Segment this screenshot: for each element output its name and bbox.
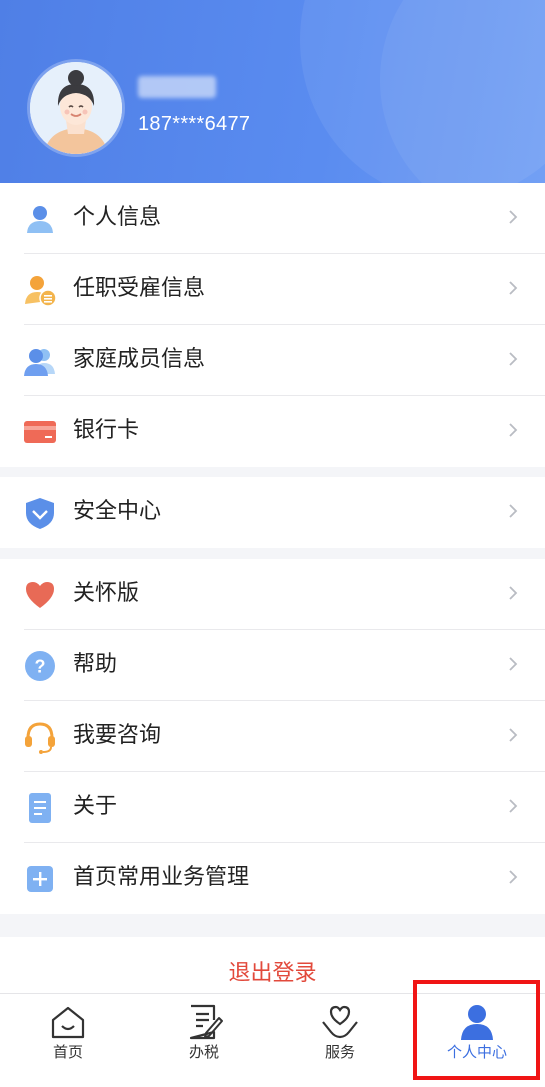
menu-item-label: 帮助: [73, 652, 118, 677]
menu-item-label: 关怀版: [73, 581, 140, 606]
bank-card-icon: [24, 421, 56, 443]
menu-item-employment-info[interactable]: 任职受雇信息: [0, 254, 545, 325]
menu-item-care-mode[interactable]: 关怀版: [0, 559, 545, 630]
family-icon: [24, 349, 55, 376]
tab-label: 办税: [188, 1043, 219, 1061]
shield-icon: [26, 498, 54, 529]
heart-icon: [26, 582, 54, 608]
tab-service[interactable]: 服务: [272, 994, 408, 1087]
menu-item-family-info[interactable]: 家庭成员信息: [0, 325, 545, 396]
profile-header: 187****6477: [0, 0, 545, 183]
chevron-right-icon: [509, 657, 518, 671]
menu-item-label: 任职受雇信息: [73, 276, 206, 301]
chevron-right-icon: [509, 799, 518, 813]
menu-item-security-center[interactable]: 安全中心: [0, 477, 545, 548]
avatar[interactable]: [30, 62, 122, 154]
menu-item-label: 首页常用业务管理: [73, 865, 250, 890]
menu-group-more: 关怀版 ? 帮助 我要咨询 关于 首页常用业务管理: [0, 559, 545, 914]
header-decoration: [380, 0, 545, 183]
menu-item-consult[interactable]: 我要咨询: [0, 701, 545, 772]
chevron-right-icon: [509, 870, 518, 884]
menu-group-personal: 个人信息 任职受雇信息 家庭成员信息 银行卡: [0, 183, 545, 467]
highlight-box: [413, 980, 540, 1080]
menu-item-about[interactable]: 关于: [0, 772, 545, 843]
menu-item-label: 关于: [73, 794, 118, 819]
tab-tax[interactable]: 办税: [136, 994, 272, 1087]
menu-item-label: 安全中心: [73, 499, 162, 524]
user-icon: [27, 206, 53, 233]
chevron-right-icon: [509, 586, 518, 600]
chevron-right-icon: [509, 352, 518, 366]
tab-label: 首页: [52, 1043, 83, 1061]
tab-label: 服务: [324, 1043, 355, 1061]
tab-home[interactable]: 首页: [0, 994, 136, 1087]
tax-form-icon: [189, 1004, 223, 1040]
menu-item-home-shortcut-management[interactable]: 首页常用业务管理: [0, 843, 545, 914]
menu-item-personal-info[interactable]: 个人信息: [0, 183, 545, 254]
home-icon: [51, 1006, 85, 1039]
headset-icon: [25, 722, 55, 754]
svg-text:?: ?: [35, 657, 46, 677]
menu-group-security: 安全中心: [0, 477, 545, 548]
menu-item-label: 银行卡: [73, 418, 140, 443]
help-icon: ?: [25, 651, 55, 681]
plus-square-icon: [27, 866, 53, 892]
chevron-right-icon: [509, 281, 518, 295]
chevron-right-icon: [509, 504, 518, 518]
menu-item-label: 个人信息: [73, 205, 162, 230]
menu-item-help[interactable]: ? 帮助: [0, 630, 545, 701]
document-icon: [29, 793, 51, 823]
menu-item-label: 我要咨询: [73, 723, 162, 748]
chevron-right-icon: [509, 728, 518, 742]
chevron-right-icon: [509, 423, 518, 437]
chevron-right-icon: [509, 210, 518, 224]
username-masked: [138, 76, 216, 98]
heart-hand-icon: [322, 1005, 358, 1039]
phone-number: 187****6477: [138, 113, 251, 135]
menu-item-label: 家庭成员信息: [73, 347, 206, 372]
employment-icon: [25, 276, 57, 307]
menu-item-bank-card[interactable]: 银行卡: [0, 396, 545, 467]
